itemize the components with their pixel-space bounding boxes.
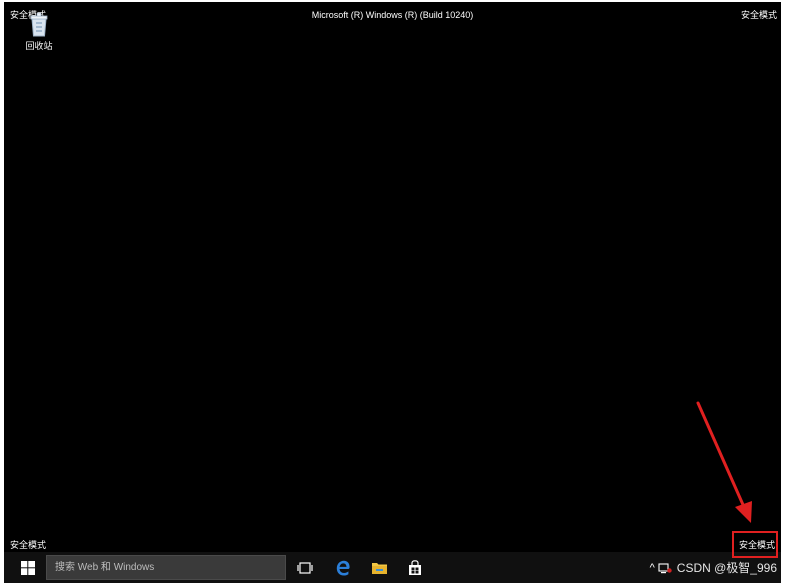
recycle-bin-icon bbox=[30, 12, 48, 37]
edge-browser-button[interactable] bbox=[332, 552, 354, 583]
store-icon bbox=[409, 559, 421, 575]
edge-browser-icon bbox=[336, 560, 350, 575]
store-button[interactable] bbox=[404, 552, 426, 583]
task-view-button[interactable] bbox=[294, 552, 316, 583]
recycle-bin-label: 回收站 bbox=[25, 41, 53, 51]
csdn-watermark: CSDN @极智_996 bbox=[676, 561, 777, 575]
show-hidden-icons-button[interactable]: ^ bbox=[650, 562, 655, 574]
safe-mode-watermark-top-right: 安全模式 bbox=[740, 10, 777, 20]
desktop[interactable]: 安全模式 Microsoft (R) Windows (R) (Build 10… bbox=[4, 2, 781, 583]
taskbar-search-box[interactable] bbox=[46, 555, 286, 580]
file-explorer-button[interactable] bbox=[368, 552, 390, 583]
recycle-bin-shortcut[interactable]: 回收站 bbox=[17, 10, 61, 52]
network-icon[interactable] bbox=[658, 562, 672, 574]
safe-mode-watermark-bottom-left: 安全模式 bbox=[10, 540, 47, 550]
task-view-icon bbox=[297, 561, 313, 574]
file-explorer-icon bbox=[371, 562, 387, 574]
safe-mode-highlight-box bbox=[732, 531, 778, 558]
search-input[interactable] bbox=[47, 556, 285, 579]
start-button[interactable] bbox=[16, 552, 40, 583]
windows-start-icon bbox=[21, 560, 35, 575]
taskbar: ^ CSDN @极智_996 bbox=[4, 552, 781, 583]
windows-build-watermark: Microsoft (R) Windows (R) (Build 10240) bbox=[311, 10, 474, 20]
